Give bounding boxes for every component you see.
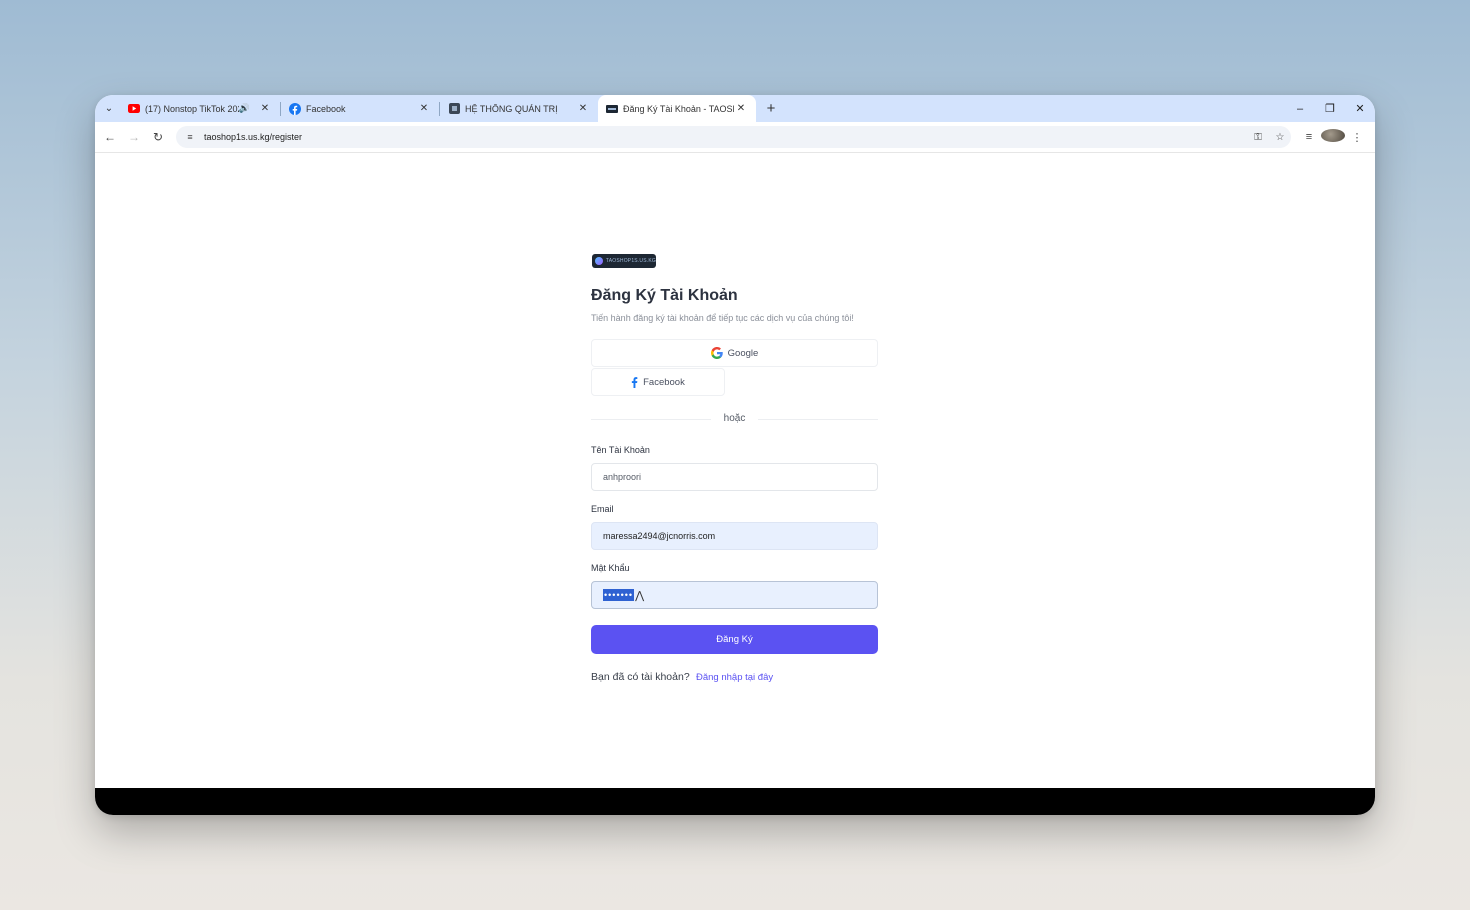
facebook-icon [289, 102, 301, 115]
address-url[interactable]: taoshop1s.us.kg/register [204, 132, 1247, 142]
address-bar[interactable]: ≡ taoshop1s.us.kg/register ⚿ ☆ [176, 126, 1291, 148]
tab-title: Facebook [306, 103, 346, 114]
facebook-signin-button[interactable]: Facebook [591, 368, 725, 396]
bottom-black-bar [95, 788, 1375, 815]
username-value: anhproori [603, 472, 642, 482]
site-info-icon[interactable]: ≡ [182, 132, 198, 142]
youtube-icon [128, 103, 140, 115]
google-icon [710, 347, 723, 359]
email-value: maressa2494@jcnorris.com [603, 531, 716, 541]
page-title: Đăng Ký Tài Khoản [591, 287, 738, 304]
tab-facebook[interactable]: Facebook ✕ [281, 95, 439, 122]
username-label: Tên Tài Khoản [591, 445, 650, 455]
browser-toolbar: ← → ↻ ≡ taoshop1s.us.kg/register ⚿ ☆ ≡ ⋮ [95, 122, 1375, 153]
tab-register[interactable]: Đăng Ký Tài Khoản - TAOSHOP ✕ [598, 95, 756, 122]
register-button[interactable]: Đăng Ký [591, 625, 878, 654]
taoshop-icon [606, 103, 618, 115]
admin-site-icon [448, 103, 460, 115]
password-label: Mật Khẩu [591, 563, 630, 573]
media-control-icon[interactable]: ≡ [1297, 131, 1321, 143]
browser-window: ⌄ (17) Nonstop TikTok 2025 🔊 ✕ Facebook … [95, 95, 1375, 815]
close-tab-icon[interactable]: ✕ [576, 103, 590, 114]
text-cursor-icon: ⋀ [635, 589, 645, 602]
reload-icon[interactable]: ↻ [146, 125, 170, 149]
email-field[interactable]: maressa2494@jcnorris.com [591, 522, 878, 550]
restore-icon[interactable]: ❐ [1315, 102, 1345, 115]
tab-title: HỆ THỐNG QUẢN TRỊ [465, 103, 558, 114]
tab-admin[interactable]: HỆ THỐNG QUẢN TRỊ ✕ [440, 95, 598, 122]
close-tab-icon[interactable]: ✕ [417, 103, 431, 114]
logo-text: TAOSHOP1S.US.KG [605, 258, 656, 264]
register-button-label: Đăng Ký [716, 634, 753, 645]
close-tab-icon[interactable]: ✕ [258, 103, 272, 114]
facebook-f-icon [631, 376, 638, 388]
divider-or-text: hoặc [711, 413, 758, 424]
page-subtitle: Tiến hành đăng ký tài khoản để tiếp tục … [591, 313, 854, 323]
google-signin-button[interactable]: Google [591, 339, 878, 367]
forward-arrow-icon[interactable]: → [122, 125, 146, 149]
minimize-icon[interactable]: – [1285, 103, 1315, 115]
login-prompt: Bạn đã có tài khoản? [591, 671, 690, 683]
avatar [1321, 129, 1345, 142]
tab-youtube[interactable]: (17) Nonstop TikTok 2025 🔊 ✕ [120, 95, 280, 122]
close-tab-icon[interactable]: ✕ [734, 103, 748, 114]
username-field[interactable]: anhproori [591, 463, 878, 491]
toolbar-right: ≡ ⋮ [1297, 129, 1369, 145]
site-logo[interactable]: TAOSHOP1S.US.KG [592, 254, 656, 268]
tab-title: (17) Nonstop TikTok 2025 [145, 103, 239, 114]
back-arrow-icon[interactable]: ← [98, 125, 122, 149]
password-value: ••••••• [603, 589, 635, 601]
bookmark-star-icon[interactable]: ☆ [1269, 132, 1291, 143]
tab-search-chevron-icon[interactable]: ⌄ [98, 98, 120, 120]
close-window-icon[interactable]: ✕ [1345, 102, 1375, 115]
menu-kebab-icon[interactable]: ⋮ [1345, 131, 1369, 144]
logo-mark-icon [595, 257, 603, 265]
window-controls: – ❐ ✕ [1285, 95, 1375, 122]
login-link[interactable]: Đăng nhập tại đây [696, 672, 773, 683]
password-field[interactable]: ••••••• ⋀ [591, 581, 878, 609]
tab-title: Đăng Ký Tài Khoản - TAOSHOP [623, 103, 734, 114]
new-tab-plus-icon[interactable]: + [760, 98, 782, 120]
google-label: Google [727, 347, 759, 359]
page-content: TAOSHOP1S.US.KG Đăng Ký Tài Khoản Tiến h… [95, 153, 1375, 788]
facebook-label: Facebook [643, 376, 685, 388]
speaker-icon[interactable]: 🔊 [239, 103, 250, 114]
password-key-icon[interactable]: ⚿ [1247, 132, 1269, 143]
tab-strip: ⌄ (17) Nonstop TikTok 2025 🔊 ✕ Facebook … [95, 95, 1375, 122]
email-label: Email [591, 504, 614, 514]
profile-avatar[interactable] [1321, 129, 1345, 145]
